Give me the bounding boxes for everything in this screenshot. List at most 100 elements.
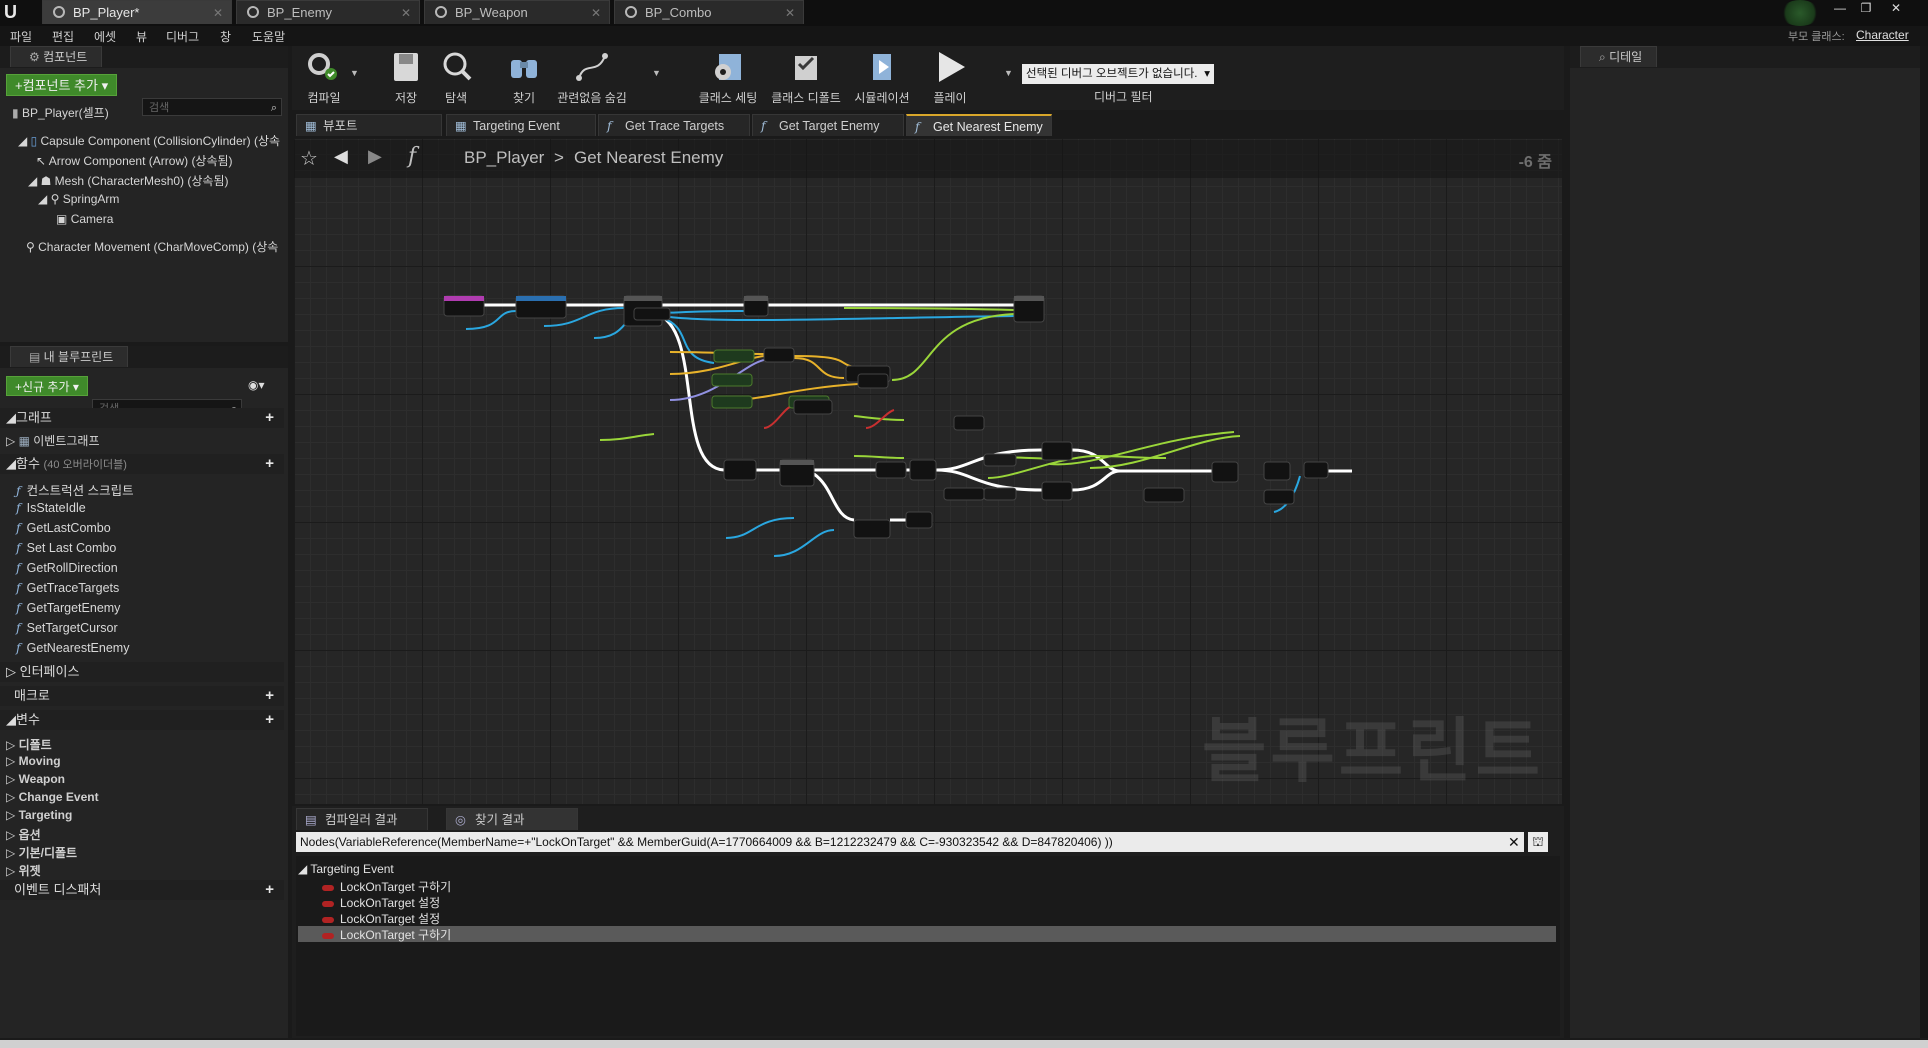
compile-options-chevron-icon[interactable]: ▼	[350, 68, 359, 78]
breadcrumb-root[interactable]: BP_Player	[464, 148, 544, 168]
close-icon[interactable]: ✕	[401, 1, 411, 25]
function-item[interactable]: f SetTargetCursor	[16, 620, 118, 635]
favorite-star-icon[interactable]: ☆	[300, 146, 318, 171]
component-camera[interactable]: ▣ Camera	[56, 212, 113, 226]
tab-compiler-results[interactable]: ▤ 컴파일러 결과	[296, 808, 428, 830]
components-tab[interactable]: ⚙ 컴포넌트	[10, 46, 103, 67]
add-dispatcher-icon[interactable]: +	[265, 880, 274, 900]
add-component-button[interactable]: +컴포넌트 추가 ▾	[6, 74, 118, 96]
menu-edit[interactable]: 편집	[52, 28, 74, 45]
function-item[interactable]: f GetRollDirection	[16, 560, 118, 575]
function-item[interactable]: ƒ 컨스트럭션 스크립트	[16, 480, 134, 499]
component-self[interactable]: ▮ BP_Player(셀프)	[12, 104, 109, 121]
variable-category[interactable]: ▷ 옵션	[6, 826, 41, 843]
function-item[interactable]: f GetNearestEnemy	[16, 640, 129, 655]
save-button[interactable]: 저장	[386, 50, 426, 106]
find-query-input[interactable]: Nodes(VariableReference(MemberName=+"Loc…	[296, 832, 1524, 852]
tab-viewport[interactable]: ▦ 뷰포트	[296, 114, 442, 136]
function-item[interactable]: f GetTargetEnemy	[16, 600, 120, 615]
back-arrow-icon[interactable]: ◀	[334, 146, 348, 167]
unreal-logo-icon[interactable]: U	[4, 2, 26, 22]
variable-category[interactable]: ▷ 위젯	[6, 862, 41, 879]
close-icon[interactable]: ✕	[213, 1, 223, 25]
play-options-chevron-icon[interactable]: ▼	[1004, 68, 1013, 78]
result-row[interactable]: LockOnTarget 구하기	[322, 878, 451, 895]
menu-debug[interactable]: 디버그	[166, 28, 199, 45]
view-options-icon[interactable]: ◉▾	[248, 378, 265, 392]
function-item[interactable]: f Set Last Combo	[16, 540, 116, 555]
variable-category[interactable]: ▷ Moving	[6, 754, 61, 768]
hide-unrelated-button[interactable]: 관련없음 숨김	[552, 50, 632, 106]
clear-search-icon[interactable]: ✕	[1508, 834, 1520, 851]
result-row[interactable]: LockOnTarget 설정	[322, 894, 440, 911]
compile-button[interactable]: 컴파일	[298, 50, 350, 106]
graph-canvas[interactable]: ☆ ◀ ▶ f BP_Player > Get Nearest Enemy -6…	[294, 138, 1562, 804]
find-in-all-blueprints-button[interactable]: ⛫	[1528, 832, 1548, 852]
right-scroll-strip[interactable]	[1920, 46, 1928, 1038]
hide-unrelated-chevron-icon[interactable]: ▼	[652, 68, 661, 78]
component-mesh[interactable]: ◢ ☗ Mesh (CharacterMesh0) (상속됨)	[28, 172, 229, 189]
add-variable-icon[interactable]: +	[265, 710, 274, 730]
source-control-icon[interactable]	[1780, 0, 1820, 26]
variable-category[interactable]: ▷ Targeting	[6, 808, 72, 822]
event-graph-item[interactable]: ▷ ▦ 이벤트그래프	[6, 432, 100, 449]
my-blueprint-tab[interactable]: ▤ 내 블루프린트	[10, 346, 129, 367]
add-new-button[interactable]: +신규 추가 ▾	[6, 376, 88, 396]
class-settings-button[interactable]: 클래스 세팅	[696, 50, 760, 106]
add-macro-icon[interactable]: +	[265, 686, 274, 706]
result-group[interactable]: ◢ Targeting Event	[298, 862, 394, 876]
forward-arrow-icon[interactable]: ▶	[368, 146, 382, 167]
function-item[interactable]: f GetLastCombo	[16, 520, 111, 535]
variable-category[interactable]: ▷ Change Event	[6, 790, 99, 804]
doc-tab-bp-player[interactable]: BP_Player* ✕	[42, 0, 232, 24]
menu-help[interactable]: 도움말	[252, 28, 285, 45]
menu-view[interactable]: 뷰	[136, 28, 147, 45]
add-graph-icon[interactable]: +	[265, 408, 274, 428]
class-defaults-button[interactable]: 클래스 디폴트	[770, 50, 842, 106]
section-event-dispatchers[interactable]: 이벤트 디스패처 +	[0, 880, 284, 900]
components-search-input[interactable]: 검색 ⌕	[142, 98, 282, 116]
variable-category[interactable]: ▷ 기본/디폴트	[6, 844, 77, 861]
variable-category[interactable]: ▷ Weapon	[6, 772, 65, 786]
graph-node	[1303, 461, 1329, 479]
doc-tab-bp-weapon[interactable]: BP_Weapon ✕	[424, 0, 610, 24]
simulation-button[interactable]: 시뮬레이션	[852, 50, 912, 106]
component-character-movement[interactable]: ⚲ Character Movement (CharMoveComp) (상속	[26, 238, 278, 255]
variable-category[interactable]: ▷ 디폴트	[6, 736, 52, 753]
details-tab[interactable]: ⌕ 디테일	[1580, 46, 1658, 67]
menu-window[interactable]: 창	[220, 28, 231, 45]
minimize-button[interactable]: —	[1828, 0, 1852, 16]
browse-button[interactable]: 탐색	[436, 50, 476, 106]
menu-asset[interactable]: 에셋	[94, 28, 116, 45]
doc-tab-bp-enemy[interactable]: BP_Enemy ✕	[236, 0, 420, 24]
exec-wire	[655, 312, 725, 472]
find-button[interactable]: 찾기	[504, 50, 544, 106]
section-graphs[interactable]: ◢그래프 +	[0, 408, 284, 428]
section-macros[interactable]: 매크로 +	[0, 686, 284, 706]
tab-find-results[interactable]: ◎ 찾기 결과	[446, 808, 578, 830]
doc-tab-bp-combo[interactable]: BP_Combo ✕	[614, 0, 804, 24]
section-variables[interactable]: ◢변수 +	[0, 710, 284, 730]
close-icon[interactable]: ✕	[591, 1, 601, 25]
section-interfaces[interactable]: ▷ 인터페이스	[0, 662, 284, 682]
result-row[interactable]: LockOnTarget 설정	[322, 910, 440, 927]
tab-get-trace-targets[interactable]: f Get Trace Targets	[598, 114, 750, 136]
function-item[interactable]: f IsStateIdle	[16, 500, 86, 515]
play-button[interactable]: 플레이	[928, 50, 972, 106]
tab-get-target-enemy[interactable]: f Get Target Enemy	[752, 114, 904, 136]
result-row[interactable]: LockOnTarget 구하기	[322, 926, 451, 943]
component-capsule[interactable]: ◢ ▯ Capsule Component (CollisionCylinder…	[18, 132, 280, 149]
section-functions[interactable]: ◢함수 (40 오버라이더블) +	[0, 454, 284, 474]
debug-object-select[interactable]: 선택된 디버그 오브젝트가 없습니다. ▾	[1022, 64, 1214, 84]
component-springarm[interactable]: ◢ ⚲ SpringArm	[38, 192, 119, 206]
close-icon[interactable]: ✕	[785, 1, 795, 25]
function-item[interactable]: f GetTraceTargets	[16, 580, 119, 595]
component-arrow[interactable]: ↖ Arrow Component (Arrow) (상속됨)	[36, 152, 233, 169]
tab-get-nearest-enemy[interactable]: f Get Nearest Enemy	[906, 114, 1052, 136]
restore-button[interactable]: ❐	[1854, 0, 1878, 16]
tab-targeting-event[interactable]: ▦ Targeting Event	[446, 114, 596, 136]
close-window-button[interactable]: ✕	[1884, 0, 1908, 16]
add-function-icon[interactable]: +	[265, 454, 274, 474]
parent-class-link[interactable]: Character	[1856, 28, 1909, 42]
menu-file[interactable]: 파일	[10, 28, 32, 45]
